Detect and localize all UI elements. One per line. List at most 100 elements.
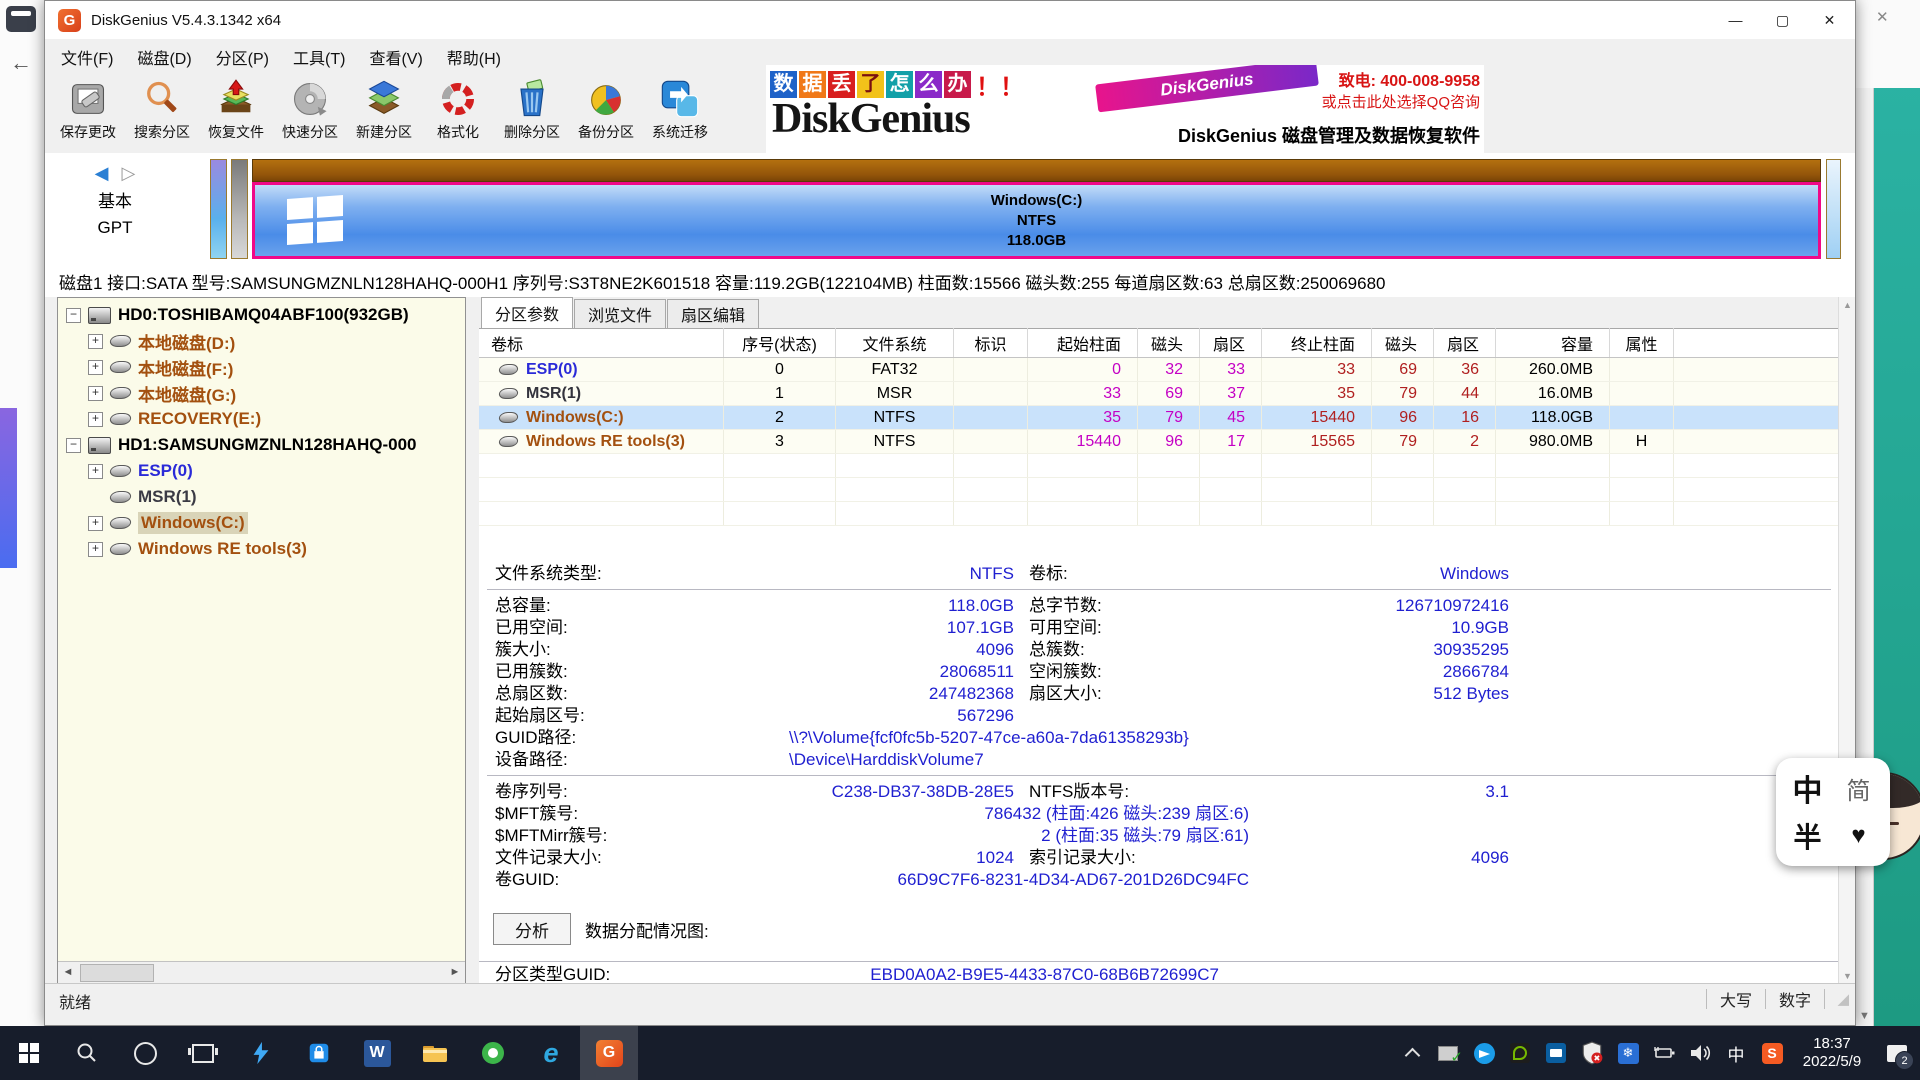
background-scrollbar[interactable]: ▼ (1856, 88, 1874, 1026)
tree-item-windows-c[interactable]: + Windows(C:) (58, 510, 465, 536)
expand-toggle[interactable]: − (66, 438, 81, 453)
tray-volume[interactable] (1682, 1026, 1718, 1080)
ime-mode-halfwidth[interactable]: 半 (1793, 816, 1821, 856)
tree-item-hd1[interactable]: − HD1:SAMSUNGMZNLN128HAHQ-000 (58, 432, 465, 458)
tray-security[interactable] (1574, 1026, 1610, 1080)
task-view-button[interactable] (174, 1026, 232, 1080)
col-header[interactable]: 终止柱面 (1262, 328, 1372, 357)
tree-item-recovery-e[interactable]: + RECOVERY(E:) (58, 406, 465, 432)
col-header[interactable]: 序号(状态) (724, 328, 836, 357)
taskbar-clock[interactable]: 18:37 2022/5/9 (1790, 1035, 1874, 1071)
tray-ime-lang[interactable]: 中 (1718, 1026, 1754, 1080)
col-header[interactable]: 标识 (954, 328, 1028, 357)
table-row-msr[interactable]: MSR(1) 1 MSR 33 69 37 35 79 44 16.0MB (479, 382, 1839, 406)
system-migrate-button[interactable]: 系统迁移 (643, 75, 717, 151)
expand-toggle[interactable]: + (88, 334, 103, 349)
col-header[interactable]: 扇区 (1434, 328, 1496, 357)
tray-messenger[interactable] (1466, 1026, 1502, 1080)
tree-item-windows-re[interactable]: + Windows RE tools(3) (58, 536, 465, 562)
scrollbar-thumb[interactable] (80, 964, 154, 982)
expand-toggle[interactable]: + (88, 464, 103, 479)
col-header[interactable]: 磁头 (1138, 328, 1200, 357)
expand-toggle[interactable]: + (88, 412, 103, 427)
expand-toggle[interactable]: − (66, 308, 81, 323)
taskbar-app-store[interactable] (290, 1026, 348, 1080)
panel-vertical-scrollbar[interactable]: ▲ ▼ (1838, 297, 1855, 984)
menu-tools[interactable]: 工具(T) (281, 45, 357, 69)
resize-grip[interactable]: ◢ (1825, 990, 1849, 1008)
table-row-windows-re[interactable]: Windows RE tools(3) 3 NTFS 15440 96 17 1… (479, 430, 1839, 454)
menu-file[interactable]: 文件(F) (49, 45, 125, 69)
expand-toggle[interactable]: + (88, 360, 103, 375)
ime-favorite-icon[interactable]: ♥ (1851, 822, 1865, 850)
recover-files-button[interactable]: 恢复文件 (199, 75, 273, 151)
taskbar-app-browser[interactable] (464, 1026, 522, 1080)
col-header[interactable]: 扇区 (1200, 328, 1262, 357)
tray-printer[interactable]: ✓ (1430, 1026, 1466, 1080)
menu-view[interactable]: 查看(V) (357, 45, 434, 69)
col-header[interactable]: 属性 (1610, 328, 1674, 357)
minimize-button[interactable]: — (1712, 1, 1759, 39)
taskbar-search-button[interactable] (58, 1026, 116, 1080)
tree-item-hd0[interactable]: − HD0:TOSHIBAMQ04ABF100(932GB) (58, 302, 465, 328)
quick-partition-button[interactable]: 快速分区 (273, 75, 347, 151)
expand-toggle[interactable]: + (88, 542, 103, 557)
tab-partition-params[interactable]: 分区参数 (481, 297, 573, 328)
tray-overflow-button[interactable] (1394, 1026, 1430, 1080)
ime-mode-simplified[interactable]: 简 (1847, 771, 1871, 806)
tab-browse-files[interactable]: 浏览文件 (574, 299, 666, 328)
ime-mode-chinese[interactable]: 中 (1793, 766, 1823, 810)
format-button[interactable]: 格式化 (421, 75, 495, 151)
analyze-button[interactable]: 分析 (493, 913, 571, 945)
partition-sliver-re-tools[interactable] (1826, 159, 1841, 259)
menu-help[interactable]: 帮助(H) (435, 45, 513, 69)
new-partition-button[interactable]: 新建分区 (347, 75, 421, 151)
ime-status-widget[interactable]: 中 简 半 ♥ (1776, 758, 1890, 866)
col-header[interactable]: 卷标 (479, 328, 724, 357)
partition-block-windows-c[interactable]: Windows(C:) NTFS 118.0GB (252, 182, 1821, 259)
expand-toggle[interactable]: + (88, 386, 103, 401)
taskbar-app-diskgenius[interactable]: G (580, 1026, 638, 1080)
taskbar-app-bolt[interactable] (232, 1026, 290, 1080)
cortana-button[interactable] (116, 1026, 174, 1080)
save-changes-button[interactable]: 保存更改 (51, 75, 125, 151)
delete-partition-button[interactable]: 删除分区 (495, 75, 569, 151)
tray-power[interactable] (1646, 1026, 1682, 1080)
tray-snowflake[interactable]: ❄ (1610, 1026, 1646, 1080)
tree-item-local-g[interactable]: + 本地磁盘(G:) (58, 380, 465, 406)
menu-disk[interactable]: 磁盘(D) (125, 45, 203, 69)
taskbar-app-word[interactable]: W (348, 1026, 406, 1080)
col-header[interactable]: 磁头 (1372, 328, 1434, 357)
close-button[interactable]: ✕ (1806, 1, 1853, 39)
tree-item-local-d[interactable]: + 本地磁盘(D:) (58, 328, 465, 354)
maximize-button[interactable]: ▢ (1759, 1, 1806, 39)
start-button[interactable] (0, 1026, 58, 1080)
ad-banner[interactable]: 数 据 丢 了 怎 么 办 ！！ DiskGenius DiskGenius 致… (766, 65, 1484, 153)
partition-sliver-msr[interactable] (231, 159, 248, 259)
backup-partition-button[interactable]: 备份分区 (569, 75, 643, 151)
nav-back-icon[interactable]: ◀ (95, 163, 109, 183)
ad-qq-link[interactable]: 或点击此处选择QQ咨询 (1322, 91, 1480, 112)
tray-sogou[interactable]: S (1754, 1026, 1790, 1080)
tray-intel-graphics[interactable] (1538, 1026, 1574, 1080)
table-row-windows-c-selected[interactable]: Windows(C:) 2 NTFS 35 79 45 15440 96 16 … (479, 406, 1839, 430)
taskbar-app-edge[interactable]: e (522, 1026, 580, 1080)
tree-item-local-f[interactable]: + 本地磁盘(F:) (58, 354, 465, 380)
expand-toggle[interactable]: + (88, 516, 103, 531)
scroll-right-icon[interactable]: ► (445, 962, 465, 982)
tray-nvidia[interactable] (1502, 1026, 1538, 1080)
partition-sliver-esp[interactable] (210, 159, 227, 259)
tab-sector-edit[interactable]: 扇区编辑 (667, 299, 759, 328)
nav-forward-icon[interactable]: ▷ (122, 163, 136, 183)
col-header[interactable]: 文件系统 (836, 328, 954, 357)
taskbar-app-explorer[interactable] (406, 1026, 464, 1080)
scroll-left-icon[interactable]: ◄ (58, 962, 78, 982)
table-row-esp[interactable]: ESP(0) 0 FAT32 0 32 33 33 69 36 260.0MB (479, 358, 1839, 382)
action-center-button[interactable]: 2 (1874, 1026, 1920, 1080)
col-header[interactable]: 容量 (1496, 328, 1610, 357)
tree-item-esp[interactable]: + ESP(0) (58, 458, 465, 484)
menu-partition[interactable]: 分区(P) (204, 45, 281, 69)
col-header[interactable]: 起始柱面 (1028, 328, 1138, 357)
tree-item-msr[interactable]: MSR(1) (58, 484, 465, 510)
tree-horizontal-scrollbar[interactable]: ◄ ► (58, 961, 465, 983)
